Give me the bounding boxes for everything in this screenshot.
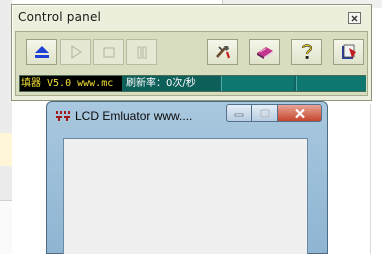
lcd-window-title: LCD Emluator www....	[75, 109, 193, 123]
background-window-right	[370, 104, 382, 254]
minimize-icon	[234, 113, 244, 117]
eject-button[interactable]	[26, 39, 57, 65]
question-icon	[301, 44, 312, 59]
stop-icon	[102, 47, 115, 58]
tools-icon	[215, 46, 230, 59]
maximize-button[interactable]	[252, 104, 278, 122]
info-book-icon	[341, 44, 356, 59]
background-highlight-band	[0, 133, 12, 166]
settings-button[interactable]	[207, 39, 238, 65]
play-icon	[70, 45, 82, 59]
version-status: 填器 V5.0 www.mc	[20, 76, 122, 91]
refresh-rate-status: 刷新率：0次/秒	[123, 76, 220, 91]
close-icon	[294, 108, 305, 118]
lcd-app-icon	[56, 111, 70, 121]
close-button[interactable]	[278, 104, 322, 122]
maximize-icon	[259, 108, 270, 118]
status-segment-3	[221, 76, 294, 91]
minimize-button[interactable]	[226, 104, 252, 122]
stop-button[interactable]	[93, 39, 124, 65]
manual-button[interactable]	[249, 39, 280, 65]
control-panel-window: Control panel 填器 V5.0 www.mc 刷新率：0次/秒	[11, 4, 372, 101]
background-panel-band	[0, 200, 12, 254]
lcd-window-controls	[226, 104, 322, 122]
lcd-emulator-window: LCD Emluator www....	[46, 101, 328, 254]
play-button[interactable]	[60, 39, 91, 65]
control-panel-close-button[interactable]	[348, 12, 361, 24]
help-button[interactable]	[291, 39, 322, 65]
pause-icon	[136, 46, 147, 59]
about-button[interactable]	[333, 39, 364, 65]
control-panel-title: Control panel	[18, 10, 102, 24]
eject-icon	[34, 46, 49, 58]
lcd-display-area[interactable]	[63, 138, 308, 254]
pause-button[interactable]	[126, 39, 157, 65]
status-bar: 填器 V5.0 www.mc 刷新率：0次/秒	[19, 75, 366, 92]
control-panel-body: 填器 V5.0 www.mc 刷新率：0次/秒	[15, 31, 368, 96]
close-icon	[351, 15, 358, 21]
status-segment-4	[296, 76, 366, 91]
book-icon	[256, 47, 273, 59]
